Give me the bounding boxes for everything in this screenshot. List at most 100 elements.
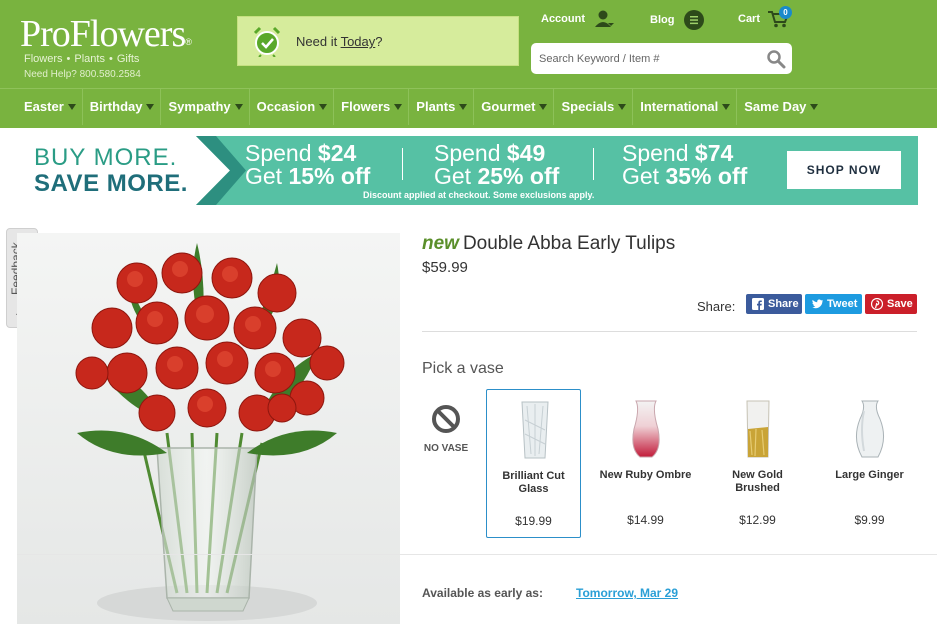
banner-disclaimer: Discount applied at checkout. Some exclu… (363, 190, 595, 200)
section-divider (422, 331, 917, 332)
caret-down-icon (810, 104, 819, 111)
shop-now-button[interactable]: SHOP NOW (787, 151, 901, 189)
section-divider (17, 554, 937, 555)
vase-option-new-ruby-ombre[interactable]: New Ruby Ombre $14.99 (598, 389, 693, 538)
search-icon[interactable] (766, 49, 786, 69)
banner-buy-more: BUY MORE. (34, 144, 178, 171)
help-phone[interactable]: Need Help? 800.580.2584 (24, 69, 141, 80)
caret-down-icon (459, 104, 468, 111)
nav-item-international[interactable]: International (633, 88, 738, 125)
search-input[interactable] (531, 43, 761, 74)
caret-down-icon (539, 104, 548, 111)
availability-label: Available as early as: (422, 586, 543, 600)
need-it-prefix: Need it (296, 34, 341, 49)
share-label: Share: (697, 299, 736, 314)
blog-link[interactable]: Blog (650, 10, 704, 30)
tier-divider (593, 148, 594, 180)
caret-down-icon (394, 104, 403, 111)
trademark-mark: ® (185, 37, 192, 47)
twitter-tweet-button[interactable]: Tweet (805, 294, 862, 314)
facebook-icon (752, 298, 764, 310)
account-label: Account (541, 13, 585, 25)
nav-label: Same Day (744, 98, 807, 114)
product-price: $59.99 (422, 259, 468, 276)
vase-name: New Gold Brushed (732, 469, 783, 494)
vase-option-brilliant-cut-glass[interactable]: Brilliant Cut Glass $19.99 (486, 389, 581, 538)
nav-label: Flowers (341, 98, 391, 114)
need-it-text: Need it Today? (296, 34, 383, 49)
brand-logo-text: ProFlowers (20, 13, 186, 55)
caret-down-icon (234, 104, 243, 111)
ruby-ombre-vase-image (632, 400, 660, 458)
no-vase-icon[interactable] (426, 404, 466, 436)
nav-label: Sympathy (168, 98, 231, 114)
product-name: Double Abba Early Tulips (462, 233, 676, 254)
user-icon (595, 10, 615, 27)
brand-categories: Flowers • Plants • Gifts (24, 53, 140, 65)
vase-price: $19.99 (515, 514, 552, 528)
nav-item-easter[interactable]: Easter (0, 88, 83, 125)
nav-label: Birthday (89, 98, 143, 114)
caret-down-icon (618, 104, 627, 111)
product-title: new Double Abba Early Tulips (422, 233, 675, 255)
account-link[interactable]: Account (541, 10, 615, 28)
tulip-bouquet-image (17, 233, 400, 624)
nav-label: Plants (416, 98, 456, 114)
vase-name: Large Ginger (835, 469, 904, 481)
caret-down-icon (319, 104, 328, 111)
nav-item-plants[interactable]: Plants (409, 88, 475, 125)
nav-item-specials[interactable]: Specials (554, 88, 634, 125)
nav-label: Specials (561, 98, 615, 114)
product-image[interactable] (17, 233, 400, 624)
today-link[interactable]: Today (341, 34, 376, 49)
twitter-icon (812, 299, 823, 309)
caret-down-icon (146, 104, 155, 111)
nav-label: International (640, 98, 719, 114)
brand-logo[interactable]: ProFlowers® (20, 13, 192, 55)
tier-get-prefix: Get (245, 163, 289, 189)
pick-vase-heading: Pick a vase (422, 360, 504, 377)
nav-item-sympathy[interactable]: Sympathy (161, 88, 250, 125)
blog-label: Blog (650, 14, 675, 26)
vase-option-large-ginger[interactable]: Large Ginger $9.99 (822, 389, 917, 538)
nav-label: Gourmet (481, 98, 536, 114)
nav-item-flowers[interactable]: Flowers (334, 88, 410, 125)
nav-label: Occasion (256, 98, 316, 114)
pinterest-icon (871, 298, 883, 310)
caret-down-icon (67, 104, 76, 111)
banner-tier-1: Spend $24 Get 15% off (245, 142, 370, 188)
nav-item-occasion[interactable]: Occasion (250, 88, 335, 125)
twitter-tweet-label: Tweet (827, 298, 858, 310)
nav-item-same-day[interactable]: Same Day (737, 89, 824, 125)
promo-banner[interactable]: BUY MORE. SAVE MORE. Spend $24 Get 15% o… (16, 136, 918, 205)
main-nav: Easter Birthday Sympathy Occasion Flower… (0, 88, 937, 125)
gold-brushed-vase-image (746, 400, 770, 458)
vase-option-new-gold-brushed[interactable]: New Gold Brushed $12.99 (710, 389, 805, 538)
tier-discount: 15% off (288, 163, 371, 189)
large-ginger-vase-image (856, 400, 884, 458)
nav-item-gourmet[interactable]: Gourmet (474, 88, 555, 125)
pinterest-save-button[interactable]: Save (865, 294, 917, 314)
availability-date-link[interactable]: Tomorrow, Mar 29 (576, 586, 678, 600)
pinterest-save-label: Save (887, 298, 913, 310)
need-it-today-promo[interactable]: Need it Today? (237, 16, 519, 66)
caret-down-icon (722, 104, 731, 111)
tier-get-prefix: Get (434, 163, 478, 189)
banner-save-more: SAVE MORE. (34, 170, 188, 197)
need-it-suffix: ? (375, 34, 383, 49)
cart-count-badge: 0 (779, 6, 792, 19)
vase-price: $12.99 (739, 513, 776, 527)
cart-label: Cart (738, 13, 761, 25)
tier-discount: 25% off (477, 163, 560, 189)
brand-category-gifts[interactable]: Gifts (117, 53, 140, 65)
vase-name: Brilliant Cut Glass (502, 470, 565, 495)
nav-item-birthday[interactable]: Birthday (83, 88, 162, 125)
facebook-share-button[interactable]: Share (746, 294, 802, 314)
banner-tier-3: Spend $74 Get 35% off (622, 142, 747, 188)
brand-category-plants[interactable]: Plants (74, 53, 105, 65)
brand-category-flowers[interactable]: Flowers (24, 53, 63, 65)
no-vase-label[interactable]: NO VASE (421, 442, 471, 455)
blog-icon (683, 10, 704, 30)
nav-label: Easter (24, 98, 64, 114)
facebook-share-label: Share (768, 298, 799, 310)
